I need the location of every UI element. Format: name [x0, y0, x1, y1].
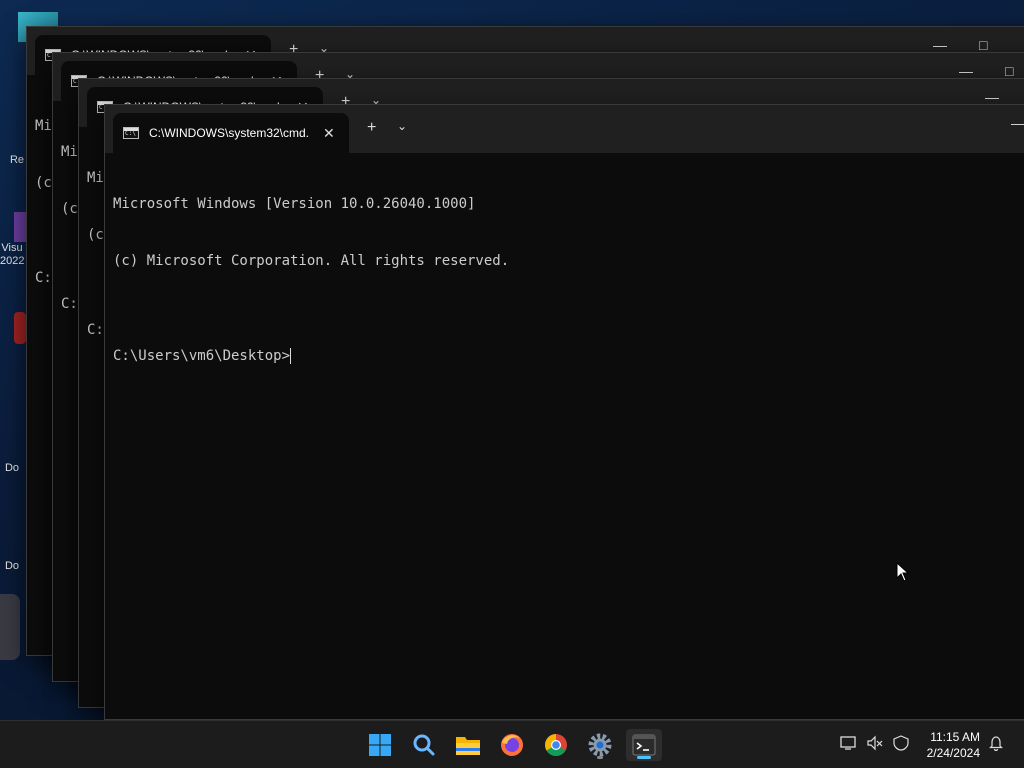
chrome-icon — [545, 734, 567, 756]
desktop-gray-item[interactable] — [0, 594, 20, 660]
console-line: (c) Microsoft Corporation. All rights re… — [113, 253, 510, 269]
windows-start-icon — [369, 734, 391, 756]
maximize-button[interactable]: □ — [979, 37, 987, 53]
terminal-icon — [632, 734, 656, 756]
minimize-button[interactable]: — — [933, 37, 947, 53]
tab-title: C:\WINDOWS\system32\cmd. — [149, 126, 310, 140]
text-caret — [290, 348, 292, 364]
clock-time: 11:15 AM — [930, 730, 980, 744]
search-button[interactable] — [408, 729, 440, 761]
system-clock[interactable]: 11:15 AM 2/24/2024 — [927, 729, 980, 761]
search-icon — [413, 734, 435, 756]
new-tab-button[interactable]: + — [367, 119, 376, 137]
network-icon[interactable] — [840, 735, 858, 754]
volume-muted-icon[interactable] — [866, 735, 884, 754]
cmd-icon — [123, 127, 139, 139]
minimize-button[interactable]: — — [985, 89, 999, 105]
chrome-button[interactable] — [540, 729, 572, 761]
desktop-icon-label: Do — [4, 560, 20, 572]
desktop-red-icon[interactable] — [14, 312, 26, 344]
clock-date: 2/24/2024 — [926, 746, 980, 760]
file-explorer-icon — [456, 737, 480, 755]
security-shield-icon[interactable] — [892, 735, 910, 754]
settings-icon — [588, 733, 612, 757]
tab-cmd[interactable]: C:\WINDOWS\system32\cmd. ✕ — [113, 113, 349, 153]
mouse-cursor-icon — [896, 562, 910, 582]
desktop-icon-label: Do — [4, 462, 20, 474]
title-bar[interactable]: C:\WINDOWS\system32\cmd. ✕ + ⌄ — — [105, 105, 1024, 153]
maximize-button[interactable]: □ — [1005, 63, 1013, 79]
minimize-button[interactable]: — — [959, 63, 973, 79]
minimize-button[interactable]: — — [1011, 115, 1024, 131]
taskbar: 11:15 AM 2/24/2024 — [0, 720, 1024, 768]
console-output[interactable]: Microsoft Windows [Version 10.0.26040.10… — [105, 153, 1024, 719]
firefox-icon — [501, 734, 523, 756]
tab-dropdown-button[interactable]: ⌄ — [397, 119, 407, 133]
close-tab-icon[interactable]: ✕ — [323, 125, 335, 142]
console-line: Microsoft Windows [Version 10.0.26040.10… — [113, 196, 476, 212]
firefox-button[interactable] — [496, 729, 528, 761]
terminal-window-active[interactable]: C:\WINDOWS\system32\cmd. ✕ + ⌄ — Microso… — [104, 104, 1024, 720]
file-explorer-button[interactable] — [452, 729, 484, 761]
desktop-icon-label: Visu 2022 — [0, 242, 25, 267]
start-button[interactable] — [364, 729, 396, 761]
terminal-button[interactable] — [626, 729, 662, 761]
command-prompt: C:\Users\vm6\Desktop> — [113, 348, 291, 364]
active-indicator — [637, 756, 651, 759]
settings-button[interactable] — [584, 729, 616, 761]
notification-bell-icon[interactable] — [988, 735, 1004, 754]
command-prompt-line[interactable]: C:\Users\vm6\Desktop> — [113, 347, 1024, 366]
running-indicator — [597, 756, 603, 759]
